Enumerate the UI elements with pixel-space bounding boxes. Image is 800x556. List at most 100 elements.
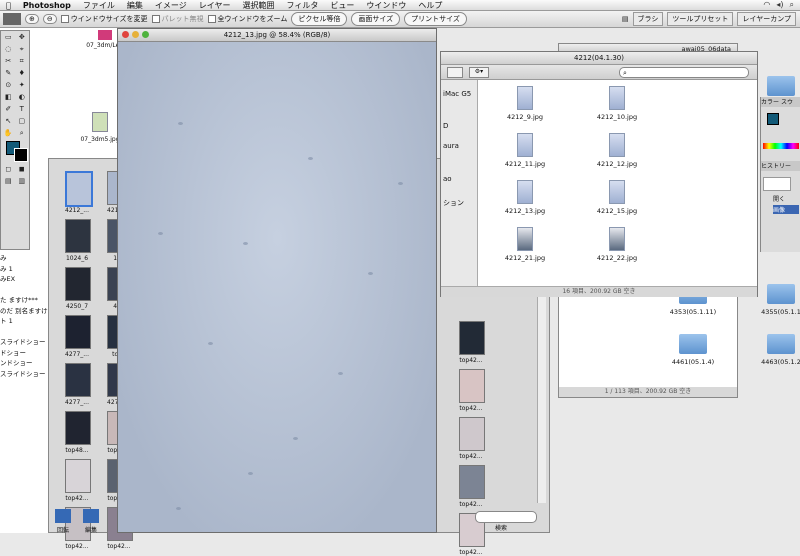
finder-file-icon[interactable] bbox=[517, 86, 533, 110]
quickmask-on-icon[interactable]: ◼ bbox=[16, 164, 29, 175]
move-tool-icon[interactable]: ✥ bbox=[16, 32, 29, 43]
desktop-list-item[interactable]: ンドショー bbox=[0, 357, 33, 367]
finder-file-label[interactable]: 4212_11.jpg bbox=[495, 160, 555, 168]
print-size-button[interactable]: プリントサイズ bbox=[404, 12, 467, 26]
type-tool-icon[interactable]: T bbox=[16, 104, 29, 115]
zoom-all-checkbox[interactable]: 全ウインドウをズーム bbox=[207, 14, 287, 24]
desktop-list-item[interactable]: み bbox=[0, 252, 7, 262]
dodge-tool-icon[interactable]: ◐ bbox=[16, 92, 29, 103]
finder-file-icon[interactable] bbox=[517, 133, 533, 157]
folder-icon[interactable] bbox=[679, 334, 707, 354]
browser-thumbnail[interactable] bbox=[65, 267, 91, 301]
document-canvas[interactable] bbox=[118, 42, 436, 532]
finder-file-icon[interactable] bbox=[609, 180, 625, 204]
crop-tool-icon[interactable]: ✂ bbox=[2, 56, 15, 67]
spotlight-icon[interactable]: ⌕ bbox=[790, 0, 794, 10]
color-ramp[interactable] bbox=[763, 143, 799, 149]
jump-imageready-icon[interactable]: ▥ bbox=[16, 176, 29, 187]
apple-menu-icon[interactable]:  bbox=[0, 1, 17, 10]
folder-icon[interactable] bbox=[767, 76, 795, 96]
background-color-icon[interactable] bbox=[14, 148, 28, 162]
menu-item-7[interactable]: ウインドウ bbox=[360, 0, 412, 11]
desktop-list-item[interactable]: のだ 別名ますけ bbox=[0, 305, 48, 315]
view-mode-icon[interactable] bbox=[447, 67, 463, 78]
finder-file-label[interactable]: 4212_9.jpg bbox=[495, 113, 555, 121]
volume-icon[interactable]: ◂) bbox=[776, 0, 783, 10]
finder-sidebar-item[interactable]: iMac G5 bbox=[443, 90, 471, 98]
tab-color[interactable]: カラー bbox=[761, 99, 779, 106]
folder-label[interactable]: 4463(05.1.2 bbox=[751, 358, 800, 366]
folder-label[interactable]: 4355(05.1.1 bbox=[751, 308, 800, 316]
browser-thumbnail[interactable] bbox=[459, 465, 485, 499]
history-snapshot[interactable] bbox=[763, 177, 791, 191]
finder-file-label[interactable]: 4212_21.jpg bbox=[495, 254, 555, 262]
zoom-button[interactable] bbox=[142, 31, 149, 38]
menu-item-6[interactable]: ビュー bbox=[324, 0, 360, 11]
desktop-list-item[interactable]: みEX bbox=[0, 273, 15, 283]
menu-item-1[interactable]: 編集 bbox=[121, 0, 149, 11]
fit-screen-button[interactable]: 画面サイズ bbox=[351, 12, 401, 26]
finder-file-label[interactable]: 4212_22.jpg bbox=[587, 254, 647, 262]
history-item-image[interactable]: 画像 bbox=[773, 205, 799, 214]
magic-wand-tool-icon[interactable]: ⌖ bbox=[16, 44, 29, 55]
shape-tool-icon[interactable]: ▢ bbox=[16, 116, 29, 127]
desktop-list-item[interactable]: ドショー bbox=[0, 347, 26, 357]
desktop-icon-label[interactable]: 07_3dm5.jpg bbox=[78, 136, 122, 143]
folder-icon[interactable] bbox=[767, 334, 795, 354]
finder-file-icon[interactable] bbox=[517, 180, 533, 204]
well-tab-layer-comps[interactable]: レイヤーカンプ bbox=[737, 12, 796, 26]
actual-pixels-button[interactable]: ピクセル等倍 bbox=[291, 12, 348, 26]
finder-sidebar-item[interactable]: aura bbox=[443, 142, 459, 150]
menu-item-4[interactable]: 選択範囲 bbox=[236, 0, 280, 11]
wifi-icon[interactable]: ◠ bbox=[763, 0, 770, 10]
tool-preset-picker[interactable] bbox=[3, 13, 21, 25]
foreground-color-swatch[interactable] bbox=[767, 113, 779, 125]
app-menu[interactable]: Photoshop bbox=[17, 1, 77, 10]
path-select-tool-icon[interactable]: ↖ bbox=[2, 116, 15, 127]
hand-tool-icon[interactable]: ✋ bbox=[2, 128, 15, 139]
folder-label[interactable]: 4353(05.1.11) bbox=[663, 308, 723, 316]
desktop-image-icon[interactable] bbox=[98, 30, 112, 40]
zoom-in-icon[interactable]: ⊕ bbox=[25, 14, 39, 24]
finder-file-icon[interactable] bbox=[609, 133, 625, 157]
gradient-tool-icon[interactable]: ◧ bbox=[2, 92, 15, 103]
desktop-list-item[interactable]: スライドショー bbox=[0, 336, 46, 346]
slice-tool-icon[interactable]: ⌗ bbox=[16, 56, 29, 67]
browser-thumbnail[interactable] bbox=[459, 369, 485, 403]
browser-thumbnail[interactable] bbox=[65, 219, 91, 253]
well-tab-tool-presets[interactable]: ツールプリセット bbox=[667, 12, 734, 26]
close-button[interactable] bbox=[122, 31, 129, 38]
finder-file-label[interactable]: 4212_15.jpg bbox=[587, 207, 647, 215]
resize-window-checkbox[interactable]: ウインドウサイズを変更 bbox=[60, 14, 148, 24]
edit-icon[interactable] bbox=[83, 509, 99, 523]
browser-thumbnail[interactable] bbox=[459, 417, 485, 451]
document-title-bar[interactable]: 4212_13.jpg @ 58.4% (RGB/8) bbox=[118, 29, 436, 42]
palette-well-icon[interactable]: ▤ bbox=[622, 15, 629, 23]
history-item-open[interactable]: 開く bbox=[773, 194, 785, 203]
finder-sidebar-item[interactable]: ao bbox=[443, 175, 452, 183]
finder-search-field[interactable]: ⌕ bbox=[619, 67, 749, 78]
menu-item-0[interactable]: ファイル bbox=[77, 0, 121, 11]
tab-swatches[interactable]: スウ bbox=[781, 99, 793, 106]
menu-item-3[interactable]: レイヤー bbox=[193, 0, 237, 11]
minimize-button[interactable] bbox=[132, 31, 139, 38]
pen-tool-icon[interactable]: ✐ bbox=[2, 104, 15, 115]
desktop-list-item[interactable]: ト 1 bbox=[0, 315, 13, 325]
desktop-list-item[interactable]: み 1 bbox=[0, 263, 13, 273]
finder-file-icon[interactable] bbox=[609, 227, 625, 251]
brush-tool-icon[interactable]: ✎ bbox=[2, 68, 15, 79]
quickmask-off-icon[interactable]: ◻ bbox=[2, 164, 15, 175]
finder-file-label[interactable]: 4212_10.jpg bbox=[587, 113, 647, 121]
menu-item-8[interactable]: ヘルプ bbox=[412, 0, 448, 11]
screen-mode-icon[interactable]: ▤ bbox=[2, 176, 15, 187]
zoom-out-icon[interactable]: ⊖ bbox=[42, 14, 57, 24]
eraser-tool-icon[interactable]: ✦ bbox=[16, 80, 29, 91]
marquee-tool-icon[interactable]: ▭ bbox=[2, 32, 15, 43]
action-gear-icon[interactable]: ⚙▾ bbox=[469, 67, 489, 78]
desktop-list-item[interactable]: た ますけ*** bbox=[0, 294, 38, 304]
desktop-file-icon[interactable] bbox=[92, 112, 108, 132]
finder-file-label[interactable]: 4212_13.jpg bbox=[495, 207, 555, 215]
well-tab-brush[interactable]: ブラシ bbox=[632, 12, 664, 26]
menu-item-2[interactable]: イメージ bbox=[149, 0, 193, 11]
finder-title[interactable]: 4212(04.1.30) bbox=[441, 52, 757, 65]
